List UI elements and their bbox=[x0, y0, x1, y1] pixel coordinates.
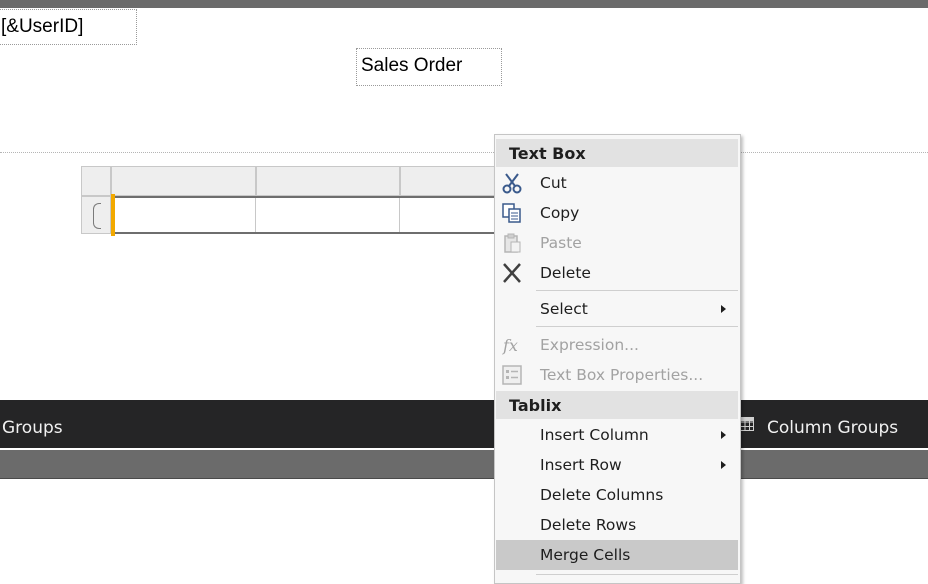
menu-item-insert-row[interactable]: Insert Row bbox=[496, 450, 738, 480]
tablix-cell-2[interactable] bbox=[256, 198, 400, 232]
expression-icon: fx bbox=[502, 336, 518, 355]
paste-icon bbox=[504, 233, 521, 253]
grouping-pane: Groups Column Groups bbox=[0, 400, 928, 448]
menu-item-expression[interactable]: fx Expression... bbox=[496, 330, 738, 360]
menu-item-label: Insert Row bbox=[540, 456, 622, 474]
context-menu: Text Box Cut Copy Paste Delete Select fx… bbox=[494, 134, 741, 584]
menu-item-label: Delete bbox=[540, 264, 591, 282]
userid-textbox[interactable]: [&UserID] bbox=[0, 9, 137, 45]
cell-selection-handle bbox=[111, 194, 115, 236]
menu-item-cut[interactable]: Cut bbox=[496, 168, 738, 198]
submenu-arrow-icon bbox=[721, 461, 726, 469]
header-body-divider bbox=[0, 152, 928, 153]
menu-item-label: Select bbox=[540, 300, 588, 318]
menu-item-label: Cut bbox=[540, 174, 567, 192]
submenu-arrow-icon bbox=[721, 305, 726, 313]
row-handle-details[interactable] bbox=[81, 196, 111, 234]
menu-separator bbox=[536, 574, 738, 575]
menu-item-insert-column[interactable]: Insert Column bbox=[496, 420, 738, 450]
tablix-cell-1[interactable] bbox=[111, 198, 256, 232]
svg-text:fx: fx bbox=[502, 336, 518, 355]
column-groups-label[interactable]: Column Groups bbox=[767, 400, 898, 456]
menu-separator bbox=[536, 326, 738, 327]
properties-icon bbox=[502, 365, 522, 385]
column-handle-2[interactable] bbox=[256, 166, 400, 196]
menu-item-copy[interactable]: Copy bbox=[496, 198, 738, 228]
tablix-corner-handle[interactable] bbox=[81, 166, 111, 196]
menu-item-label: Paste bbox=[540, 234, 582, 252]
menu-item-paste[interactable]: Paste bbox=[496, 228, 738, 258]
menu-item-delete-columns[interactable]: Delete Columns bbox=[496, 480, 738, 510]
menu-item-delete[interactable]: Delete bbox=[496, 258, 738, 288]
copy-icon bbox=[502, 203, 521, 223]
grouping-list-area bbox=[0, 479, 928, 579]
grouping-list-strip bbox=[0, 450, 928, 479]
menu-item-label: Delete Rows bbox=[540, 516, 637, 534]
details-group-bracket-icon bbox=[93, 203, 101, 229]
menu-item-label: Text Box Properties... bbox=[540, 366, 704, 384]
cut-icon bbox=[502, 173, 522, 194]
menu-item-merge-cells[interactable]: Merge Cells bbox=[496, 540, 738, 570]
menu-item-label: Expression... bbox=[540, 336, 639, 354]
report-design-surface[interactable]: [&UserID] Sales Order bbox=[0, 8, 928, 400]
column-groups-grid-icon bbox=[740, 417, 754, 431]
menu-separator bbox=[536, 290, 738, 291]
column-handle-1[interactable] bbox=[111, 166, 256, 196]
report-title-textbox[interactable]: Sales Order bbox=[356, 48, 502, 86]
menu-item-delete-rows[interactable]: Delete Rows bbox=[496, 510, 738, 540]
menu-item-select[interactable]: Select bbox=[496, 294, 738, 324]
menu-item-label: Merge Cells bbox=[540, 546, 631, 564]
row-groups-label[interactable]: Groups bbox=[2, 400, 63, 456]
top-toolbar-strip bbox=[0, 0, 928, 8]
menu-section-text-box: Text Box bbox=[496, 139, 738, 167]
menu-item-text-box-properties[interactable]: Text Box Properties... bbox=[496, 360, 738, 390]
tablix-detail-row[interactable] bbox=[111, 196, 541, 234]
menu-item-label: Copy bbox=[540, 204, 580, 222]
menu-section-tablix: Tablix bbox=[496, 391, 738, 419]
submenu-arrow-icon bbox=[721, 431, 726, 439]
menu-item-label: Insert Column bbox=[540, 426, 649, 444]
menu-item-label: Delete Columns bbox=[540, 486, 664, 504]
delete-icon bbox=[503, 263, 521, 283]
